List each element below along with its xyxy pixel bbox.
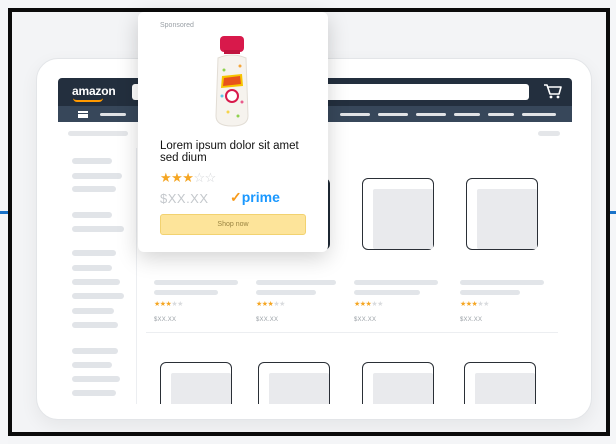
lotion-bottle-image[interactable] <box>212 36 252 128</box>
filter-item[interactable] <box>72 308 114 314</box>
prime-badge: ✓prime <box>230 189 280 206</box>
sponsored-label: Sponsored <box>160 22 194 29</box>
product-title-line <box>154 280 238 285</box>
product-title-line <box>354 280 438 285</box>
filter-item[interactable] <box>72 362 112 368</box>
filter-item[interactable] <box>72 293 124 299</box>
product-card-image[interactable] <box>362 178 434 250</box>
filter-item[interactable] <box>72 265 112 271</box>
product-image-placeholder <box>373 373 433 404</box>
product-card-image[interactable] <box>258 362 330 404</box>
product-title-line <box>354 290 420 295</box>
shop-now-button[interactable]: Shop now <box>160 214 306 235</box>
product-rating: ★★★★★ <box>154 300 183 308</box>
product-price: $XX.XX <box>256 317 279 323</box>
filter-item[interactable] <box>72 390 116 396</box>
filter-item[interactable] <box>72 322 118 328</box>
sponsored-product-popup[interactable]: Sponsored Lorem ipsum dolor sit amet sed… <box>138 12 328 252</box>
filter-item[interactable] <box>72 376 120 382</box>
product-title-line <box>256 290 316 295</box>
product-image-placeholder <box>373 189 433 249</box>
rating-stars-empty: ★★ <box>273 301 285 308</box>
product-price: $XX.XX <box>460 317 483 323</box>
filter-item[interactable] <box>72 186 116 192</box>
amazon-logo[interactable]: amazon <box>72 84 116 98</box>
sidebar-divider <box>136 148 137 404</box>
menu-icon[interactable] <box>78 111 88 118</box>
nav-link[interactable] <box>378 113 408 116</box>
prime-check-icon: ✓ <box>230 189 242 205</box>
product-card-image[interactable] <box>464 362 536 404</box>
product-title-line <box>256 280 336 285</box>
product-card-image[interactable] <box>362 362 434 404</box>
product-card-image[interactable] <box>160 362 232 404</box>
illustration-stage: amazon ★★★★★ ★★★★★ ★★★★★ ★★★★★ $XX.XX $X… <box>0 0 616 444</box>
filter-item[interactable] <box>72 348 118 354</box>
product-title-line <box>460 280 544 285</box>
rating-stars-empty: ★★ <box>171 301 183 308</box>
nav-link[interactable] <box>100 113 126 116</box>
product-title-line <box>460 290 520 295</box>
filter-item[interactable] <box>72 158 112 164</box>
product-price: $XX.XX <box>160 191 209 206</box>
product-image-placeholder <box>171 373 231 404</box>
product-rating: ★★★★★ <box>354 300 383 308</box>
breadcrumb <box>68 131 128 136</box>
prime-label: prime <box>241 189 280 205</box>
rating-stars-filled: ★★★ <box>256 301 274 308</box>
nav-link[interactable] <box>416 113 446 116</box>
filter-item[interactable] <box>72 226 124 232</box>
logo-smile-icon <box>73 98 103 102</box>
rating-stars-empty: ★★ <box>477 301 489 308</box>
filter-item[interactable] <box>72 279 120 285</box>
sort-control[interactable] <box>538 131 560 136</box>
rating-stars-empty: ☆☆ <box>193 170 216 185</box>
product-image-placeholder <box>269 373 329 404</box>
product-rating: ★★★★★ <box>256 300 285 308</box>
rating-stars-filled: ★★★ <box>154 301 172 308</box>
product-title[interactable]: Lorem ipsum dolor sit amet sed dium <box>160 140 310 164</box>
product-rating: ★★★★★ <box>460 300 489 308</box>
rating-stars-filled: ★★★ <box>354 301 372 308</box>
product-rating: ★★★☆☆ <box>160 170 216 186</box>
product-image-placeholder <box>477 189 537 249</box>
nav-link[interactable] <box>340 113 370 116</box>
rating-stars-filled: ★★★ <box>160 170 194 185</box>
filter-item[interactable] <box>72 212 112 218</box>
filter-item[interactable] <box>72 173 122 179</box>
product-price: $XX.XX <box>154 317 177 323</box>
nav-link[interactable] <box>488 113 514 116</box>
nav-link[interactable] <box>454 113 480 116</box>
product-title-line <box>154 290 218 295</box>
product-card-image[interactable] <box>466 178 538 250</box>
filter-item[interactable] <box>72 250 116 256</box>
product-price: $XX.XX <box>354 317 377 323</box>
rating-stars-filled: ★★★ <box>460 301 478 308</box>
bottom-strip <box>8 436 610 444</box>
nav-link[interactable] <box>522 113 556 116</box>
row-divider <box>146 332 558 333</box>
cart-icon[interactable] <box>542 82 564 100</box>
rating-stars-empty: ★★ <box>371 301 383 308</box>
product-image-placeholder <box>475 373 535 404</box>
